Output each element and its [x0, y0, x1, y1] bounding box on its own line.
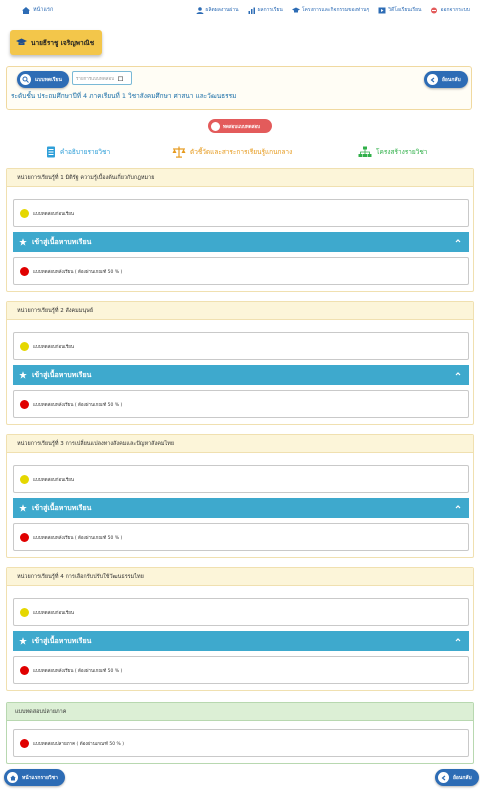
pretest-status-dot: [20, 607, 29, 617]
chart-icon: [248, 7, 255, 14]
tab-course-description[interactable]: คำอธิบายรายวิชา: [46, 146, 110, 158]
graduation-cap-icon: [16, 38, 27, 45]
enter-lesson-bar[interactable]: เข้าสู่เนื้อหาบทเรียน: [13, 232, 469, 252]
course-tabs: คำอธิบายรายวิชา ตัวชี้วัดและสาระการเรียน…: [0, 146, 480, 164]
scale-icon: [172, 146, 186, 158]
nav-home-link[interactable]: หน้าแรก: [22, 6, 53, 14]
unit-panel-1: หน่วยการเรียนรู้ที่ 1 มิติรัฐ ความรู้เบื…: [6, 168, 474, 292]
posttest-status-dot: [20, 532, 29, 542]
posttest-link[interactable]: แบบทดสอบหลังเรียน ( ต้องผ่านเกณฑ์ 50 % ): [13, 523, 469, 551]
final-exam-panel: แบบทดสอบปลายภาค แบบทดสอบปลายภาค ( ต้องผ่…: [6, 702, 474, 764]
star-icon: [19, 371, 27, 379]
nav-home-label: หน้าแรก: [33, 7, 54, 13]
logout-icon: [431, 7, 438, 13]
graduation-cap-icon: [291, 7, 300, 12]
pretest-status-dot: [20, 208, 29, 218]
nav-item-videos[interactable]: วิดีโอเรียนเรียน: [378, 6, 421, 14]
pretest-link[interactable]: แบบทดสอบก่อนเรียน: [13, 465, 469, 493]
unit-title: หน่วยการเรียนรู้ที่ 1 มิติรัฐ ความรู้เบื…: [7, 169, 473, 187]
pretest-status-dot: [20, 474, 29, 484]
star-icon: [19, 238, 27, 246]
user-name: นายธีราชู เจริญพาณิช: [31, 38, 95, 47]
enter-lesson-bar[interactable]: เข้าสู่เนื้อหาบทเรียน: [13, 498, 469, 518]
final-exam-title: แบบทดสอบปลายภาค: [7, 703, 473, 721]
take-test-button[interactable]: ทดสอบแบบทดสอบ: [208, 119, 272, 133]
user-badge: นายธีราชู เจริญพาณิช: [10, 30, 102, 55]
back-button-bottom[interactable]: ย้อนกลับ: [435, 769, 479, 786]
arrow-left-icon: [438, 772, 449, 783]
arrow-left-icon: [427, 74, 438, 85]
chevron-up-icon: [455, 638, 461, 642]
nav-item-grades[interactable]: ผลการเรียน: [248, 6, 283, 14]
course-info: ระดับชั้น ประถมศึกษาปีที่ 4 ภาคเรียนที่ …: [11, 92, 237, 100]
lesson-search-button[interactable]: แบบทดเรียน: [17, 71, 69, 88]
unit-panel-4: หน่วยการเรียนรู้ที่ 4 การเลือกรับปรับใช้…: [6, 567, 474, 691]
search-input[interactable]: รายการแบบทดสอบ: [72, 71, 132, 85]
course-home-button[interactable]: หน้าแรกรายวิชา: [4, 769, 65, 786]
nav-item-projects[interactable]: โครงการและกิจกรรมของท่านๆ: [291, 6, 369, 14]
home-icon: [7, 772, 18, 783]
pretest-link[interactable]: แบบทดสอบก่อนเรียน: [13, 199, 469, 227]
posttest-link[interactable]: แบบทดสอบหลังเรียน ( ต้องผ่านเกณฑ์ 50 % ): [13, 257, 469, 285]
tab-course-structure[interactable]: โครงสร้างรายวิชา: [358, 146, 427, 158]
posttest-status-dot: [20, 266, 29, 276]
chevron-up-icon: [455, 505, 461, 509]
calendar-icon: [118, 76, 124, 81]
posttest-link[interactable]: แบบทดสอบหลังเรียน ( ต้องผ่านเกณฑ์ 50 % ): [13, 656, 469, 684]
search-icon: [20, 74, 31, 85]
search-panel: แบบทดเรียน รายการแบบทดสอบ ย้อนกลับ ระดับ…: [6, 66, 472, 110]
nav-item-logout[interactable]: ออกจากระบบ: [430, 6, 470, 14]
enter-lesson-bar[interactable]: เข้าสู่เนื้อหาบทเรียน: [13, 631, 469, 651]
posttest-status-dot: [20, 399, 29, 409]
chevron-up-icon: [455, 372, 461, 376]
unit-title: หน่วยการเรียนรู้ที่ 2 สังคมมนุษย์: [7, 302, 473, 320]
nav-item-profile[interactable]: ผลิตผลงานผ่าน: [196, 6, 239, 14]
chevron-up-icon: [455, 239, 461, 243]
user-icon: [196, 6, 204, 14]
star-icon: [19, 504, 27, 512]
enter-lesson-bar[interactable]: เข้าสู่เนื้อหาบทเรียน: [13, 365, 469, 385]
pretest-status-dot: [20, 341, 29, 351]
top-navigation: หน้าแรก ผลิตผลงานผ่าน ผลการเรียน โครงการ…: [0, 0, 480, 22]
pretest-link[interactable]: แบบทดสอบก่อนเรียน: [13, 332, 469, 360]
tab-indicators[interactable]: ตัวชี้วัดและสาระการเรียนรู้แกนกลาง: [172, 146, 292, 158]
final-exam-status-dot: [20, 738, 29, 748]
unit-title: หน่วยการเรียนรู้ที่ 4 การเลือกรับปรับใช้…: [7, 568, 473, 586]
clipboard-icon: [211, 121, 220, 131]
home-icon: [22, 6, 30, 14]
document-icon: [47, 146, 55, 158]
back-button-top[interactable]: ย้อนกลับ: [424, 71, 468, 88]
sitemap-icon: [358, 146, 372, 157]
unit-title: หน่วยการเรียนรู้ที่ 3 การเปลี่ยนแปลงทางส…: [7, 435, 473, 453]
final-exam-link[interactable]: แบบทดสอบปลายภาค ( ต้องผ่านเกณฑ์ 50 % ): [13, 729, 469, 757]
posttest-status-dot: [20, 665, 29, 675]
unit-panel-2: หน่วยการเรียนรู้ที่ 2 สังคมมนุษย์ แบบทดส…: [6, 301, 474, 425]
unit-panel-3: หน่วยการเรียนรู้ที่ 3 การเปลี่ยนแปลงทางส…: [6, 434, 474, 558]
posttest-link[interactable]: แบบทดสอบหลังเรียน ( ต้องผ่านเกณฑ์ 50 % ): [13, 390, 469, 418]
video-icon: [378, 7, 386, 13]
star-icon: [19, 637, 27, 645]
pretest-link[interactable]: แบบทดสอบก่อนเรียน: [13, 598, 469, 626]
